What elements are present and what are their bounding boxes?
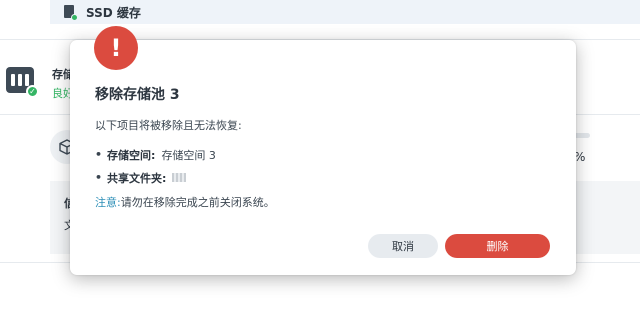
storage-pool-icon: ✓ xyxy=(6,67,39,98)
list-item: • 共享文件夹: xyxy=(95,166,216,189)
list-item: • 存储空间: 存储空间 3 xyxy=(95,143,216,166)
dialog-title: 移除存储池 3 xyxy=(95,87,180,103)
remove-pool-dialog: ! 移除存储池 3 以下项目将被移除且无法恢复: • 存储空间: 存储空间 3 … xyxy=(70,26,576,275)
note-text: 请勿在移除完成之前关闭系统。 xyxy=(120,196,275,209)
ssd-cache-title: SSD 缓存 xyxy=(86,5,141,20)
delete-button[interactable]: 删除 xyxy=(445,234,550,258)
dialog-note: 注意:请勿在移除完成之前关闭系统。 xyxy=(95,194,275,210)
ssd-card-icon xyxy=(64,5,78,21)
exclamation-icon: ! xyxy=(94,26,138,70)
bullet: • xyxy=(95,148,103,161)
check-icon: ✓ xyxy=(26,85,39,98)
removal-items-list: • 存储空间: 存储空间 3 • 共享文件夹: xyxy=(95,143,216,189)
ssd-cache-header[interactable]: SSD 缓存 xyxy=(50,0,640,24)
redacted-value xyxy=(172,173,187,182)
cancel-button[interactable]: 取消 xyxy=(368,234,438,258)
item-label: 存储空间: xyxy=(107,148,156,162)
item-label: 共享文件夹: xyxy=(107,171,167,185)
bullet: • xyxy=(95,171,103,184)
item-value: 存储空间 3 xyxy=(161,148,216,162)
dialog-description: 以下项目将被移除且无法恢复: xyxy=(95,119,242,132)
note-label: 注意: xyxy=(95,196,121,209)
